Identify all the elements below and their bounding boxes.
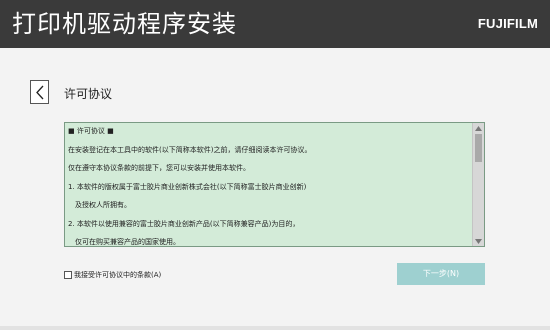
license-paragraph: 1. 本软件的版权属于富士胶片商业创新株式会社(以下简称富士胶片商业创新) [68,182,307,191]
scroll-down-arrow-icon[interactable] [473,236,484,246]
license-heading: ■ 许可协议 ■ [68,127,114,135]
license-paragraph: 及授权人所拥有。 [75,201,131,209]
page-title: 许可协议 [64,87,113,101]
license-paragraph: 2. 本软件以使用兼容的富士胶片商业创新产品(以下简称兼容产品)为目的， [68,219,300,228]
chevron-left-icon [36,85,44,100]
scroll-thumb[interactable] [475,134,482,162]
fujifilm-logo: FUJIFILM [477,16,538,31]
license-paragraph: 仅在遵守本协议条款的前提下，您可以安装并使用本软件。 [68,164,250,172]
license-text-area[interactable]: ■ 许可协议 ■ 在安装登记在本工具中的软件(以下简称本软件)之前，请仔细阅读本… [64,122,485,247]
license-paragraph: 仅可在购买兼容产品的国家使用。 [75,238,180,246]
scroll-up-arrow-icon[interactable] [473,123,484,133]
next-button[interactable]: 下一步(N) [397,263,485,285]
footer-divider [0,326,550,330]
license-content: ■ 许可协议 ■ 在安装登记在本工具中的软件(以下简称本软件)之前，请仔细阅读本… [68,126,468,246]
license-paragraph: 在安装登记在本工具中的软件(以下简称本软件)之前，请仔细阅读本许可协议。 [68,145,312,154]
accept-terms-label[interactable]: 我接受许可协议中的条款(A) [74,270,161,280]
accept-terms-checkbox[interactable] [64,271,72,279]
vertical-scrollbar[interactable] [472,123,484,246]
accept-terms-row[interactable]: 我接受许可协议中的条款(A) [64,269,161,281]
window-title: 打印机驱动程序安装 [12,10,237,38]
back-button[interactable] [30,80,49,104]
title-bar: 打印机驱动程序安装 FUJIFILM [0,0,550,48]
